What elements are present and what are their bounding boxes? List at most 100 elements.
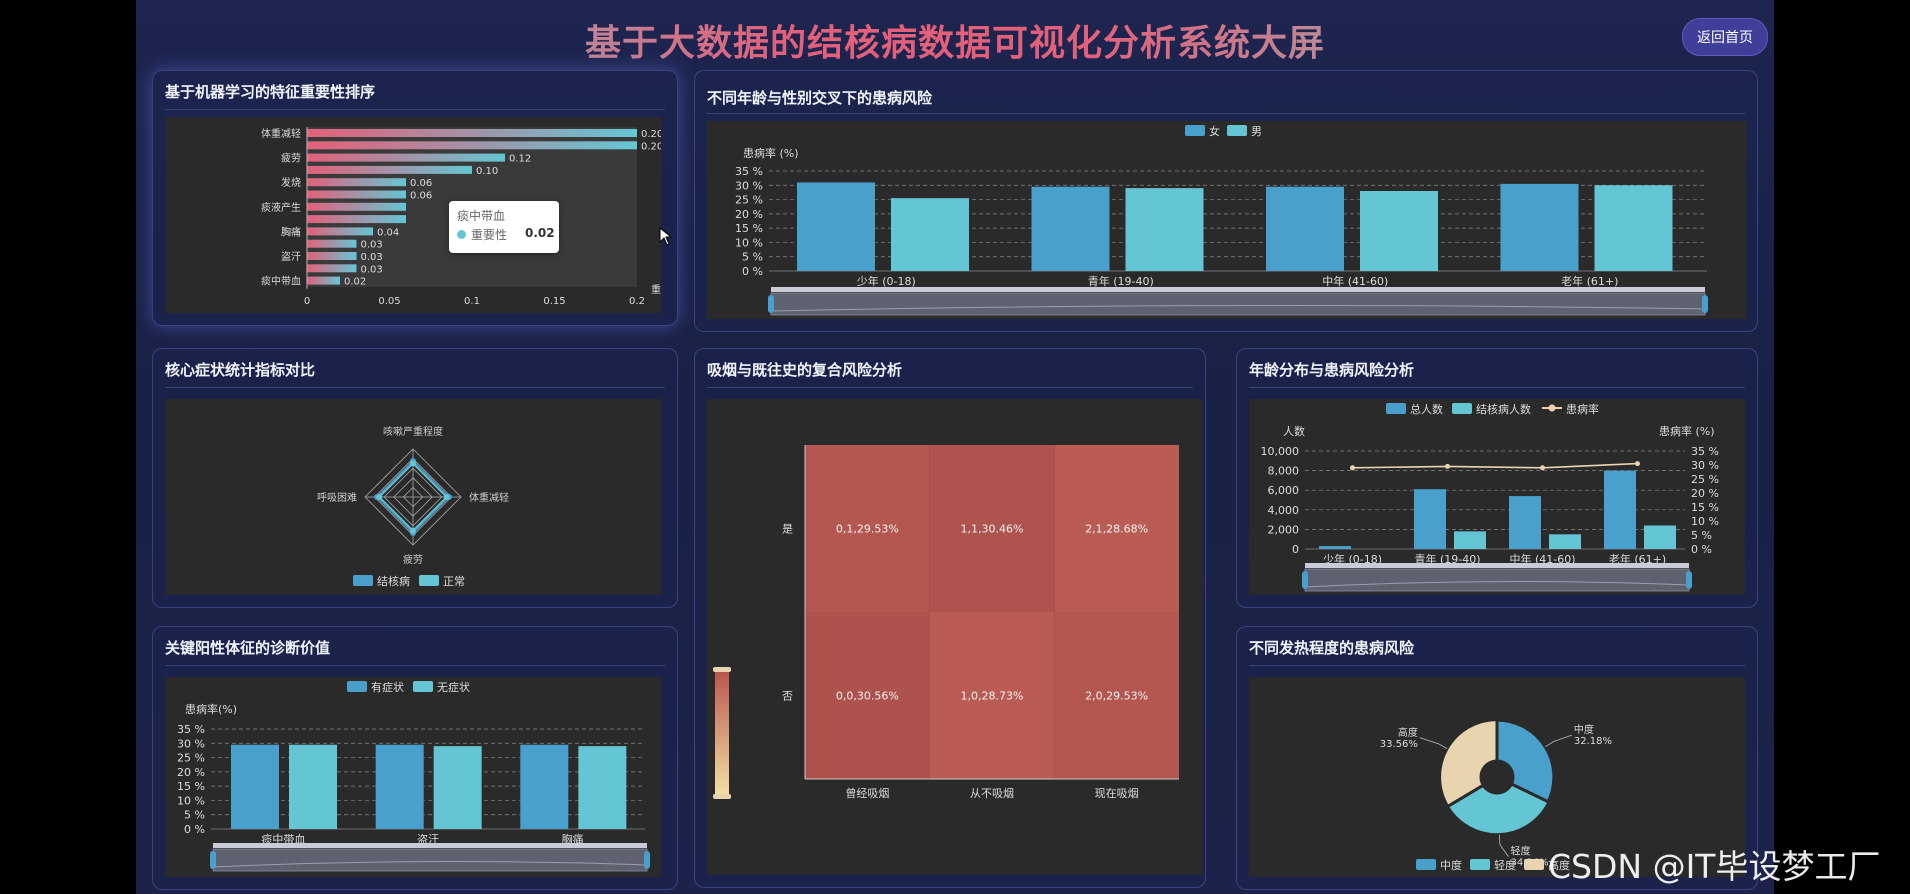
legend-swatch — [1470, 859, 1490, 870]
bar-without-symptom — [578, 746, 627, 829]
legend-swatch — [1185, 125, 1205, 136]
bar-male — [891, 198, 969, 271]
dashboard-title: 基于大数据的结核病数据可视化分析系统大屏 — [136, 14, 1774, 66]
age-distribution-chart[interactable]: 总人数 结核病人数 患病率人数 患病率 (%) 0 2,000 4,000 6,000 8,00… — [1249, 399, 1745, 595]
chart-area: 0,1,29.53% 1,1,30.46% 2,1,28.68% 0,0,30.56%… — [707, 399, 1203, 875]
bar-without-symptom — [289, 744, 337, 829]
bar-value-label: 0.03 — [361, 240, 383, 251]
feature-bar — [307, 239, 357, 248]
heatmap-cell-label: 0,0,30.56% — [836, 690, 899, 703]
y-tick-label: 35 % — [735, 165, 763, 178]
y-axis-title-right: 患病率 (%) — [1659, 424, 1715, 438]
pie-label-line — [1419, 737, 1448, 749]
x-tick-label: 0.05 — [378, 296, 400, 307]
y-tick-label: 35 % — [177, 723, 205, 736]
panel-divider — [707, 113, 1745, 114]
line-point — [1540, 465, 1545, 471]
legend-label: 中度 — [1440, 858, 1462, 872]
chart-area: 0.20 体重减轻 0.20 0.12 疲劳 0.10 0.06 发烧 0.06 痰液产生 0.04… — [165, 117, 673, 313]
x-tick-label: 少年 (0-18) — [857, 274, 916, 288]
tooltip-label: 重要性 — [471, 228, 508, 242]
radar-point — [376, 494, 383, 500]
radar-point — [410, 527, 416, 534]
feature-bar — [307, 202, 406, 211]
legend-label: 无症状 — [437, 680, 470, 694]
panel-divider — [707, 387, 1193, 388]
feature-bar — [307, 165, 472, 174]
line-point — [1445, 463, 1450, 469]
y-tick-label: 6,000 — [1268, 484, 1300, 497]
pie-label-line — [1499, 834, 1509, 857]
panel-divider — [165, 665, 665, 666]
feature-bar — [307, 129, 637, 137]
legend-label: 结核病人数 — [1476, 402, 1531, 416]
feature-bar — [307, 178, 406, 187]
home-button[interactable]: 返回首页 — [1682, 18, 1768, 56]
y-axis-title-left: 人数 — [1283, 425, 1305, 438]
x-tick-label: 0.1 — [464, 296, 480, 307]
y-tick-label-right: 20 % — [1691, 487, 1719, 500]
bar-value-label: 0.20 — [641, 129, 661, 140]
y-tick-label: 2,000 — [1268, 523, 1300, 536]
y-tick-label-right: 5 % — [1691, 529, 1712, 542]
panel-title: 吸烟与既往史的复合风险分析 — [707, 361, 903, 379]
bar-value-label: 0.10 — [476, 166, 498, 177]
datazoom-handle-right — [1686, 571, 1692, 589]
visual-map-handle-bottom — [713, 794, 731, 799]
x-category-label: 现在吸烟 — [1095, 786, 1139, 800]
y-category-label: 否 — [782, 690, 793, 703]
y-tick-label-right: 25 % — [1691, 473, 1719, 486]
heatmap-cell-label: 1,0,28.73% — [961, 690, 1024, 703]
legend-label: 正常 — [443, 575, 465, 588]
y-tick-label: 5 % — [742, 251, 763, 264]
smoking-history-heatmap[interactable]: 0,1,29.53% 1,1,30.46% 2,1,28.68% 0,0,30.56%… — [707, 399, 1203, 875]
feature-bar — [307, 190, 406, 199]
line-point — [1635, 461, 1640, 467]
chart-area: 女 男患病率 (%) 0 % 5 % 10 % 15 % 20 % 25 % 30 % 35 % 少… — [707, 121, 1747, 319]
legend-swatch — [1524, 859, 1544, 870]
y-tick-label: 10,000 — [1261, 445, 1300, 458]
datazoom-handle-right — [1702, 295, 1708, 313]
bar-value-label: 0.06 — [410, 191, 432, 202]
bar-value-label: 0.12 — [509, 154, 531, 165]
category-label: 痰液产生 — [261, 201, 301, 214]
bar-value-label: 0.20 — [641, 141, 661, 152]
legend-label: 结核病 — [377, 574, 410, 588]
y-tick-label-right: 10 % — [1691, 515, 1719, 528]
feature-importance-chart[interactable]: 0.20体重减轻0.200.12疲劳0.100.06发烧0.06痰液产生0.04… — [165, 117, 663, 313]
bar-with-symptom — [520, 744, 569, 829]
line-point — [1350, 465, 1355, 471]
radar-indicator-label: 体重减轻 — [469, 491, 509, 504]
y-tick-label: 25 % — [735, 194, 763, 207]
y-tick-label-right: 35 % — [1691, 445, 1719, 458]
y-tick-label: 10 % — [177, 794, 205, 807]
panel-divider — [1249, 665, 1745, 666]
bar-female — [1266, 186, 1344, 271]
pie-label-value: 32.18% — [1574, 736, 1612, 747]
age-gender-risk-chart[interactable]: 女 男患病率 (%) 0 %5 % 10 %15 %20 %25 % 30 %35 % 少… — [707, 121, 1747, 319]
pie-label-name: 轻度 — [1510, 845, 1530, 858]
core-symptom-radar-chart[interactable]: 咳嗽严重程度体重减轻疲劳 呼吸困难结核病 正常 — [165, 399, 661, 595]
chart-area: 总人数 结核病人数 患病率 人数 患病率 (%) 0 2,000 4,000 6,000 8,00… — [1249, 399, 1745, 595]
dashboard-screen: 基于大数据的结核病数据可视化分析系统大屏 返回首页 基于机器学习的特征重要性排序… — [136, 0, 1774, 894]
legend-label: 轻度 — [1494, 858, 1516, 872]
chart-tooltip: 痰中带血 重要性 0.02 — [449, 201, 559, 253]
category-label: 体重减轻 — [261, 127, 301, 140]
panel-title: 不同发热程度的患病风险 — [1249, 639, 1415, 657]
bar-total — [1414, 489, 1446, 549]
feature-importance-panel: 基于机器学习的特征重要性排序 0.20 体重减轻 0.20 0.12 疲劳 0.10 0.0… — [152, 70, 678, 326]
y-tick-label-right: 15 % — [1691, 501, 1719, 514]
legend-swatch — [347, 681, 367, 692]
bar-value-label: 0.03 — [361, 252, 383, 263]
y-tick-label: 0 — [1292, 543, 1299, 556]
y-tick-label: 10 % — [735, 236, 763, 249]
datazoom-window — [770, 292, 1706, 316]
y-tick-label: 0 % — [742, 265, 763, 278]
datazoom-window — [1304, 568, 1690, 592]
positive-signs-panel: 关键阳性体征的诊断价值 有症状 无症状 患病率(%) 0 % 5 % 10 % 15 % 20… — [152, 626, 678, 890]
tooltip-series-dot — [457, 230, 466, 239]
feature-bar — [307, 264, 357, 273]
radar-indicator-label: 疲劳 — [403, 553, 423, 566]
positive-signs-chart[interactable]: 有症状 无症状患病率(%) 0 %5 % 10 %15 %20 %25 % 30 %35… — [165, 677, 661, 877]
core-symptom-panel: 核心症状统计指标对比 咳嗽严重程度 体重减轻 疲劳 呼吸困难 结核病 正常 — [152, 348, 678, 608]
